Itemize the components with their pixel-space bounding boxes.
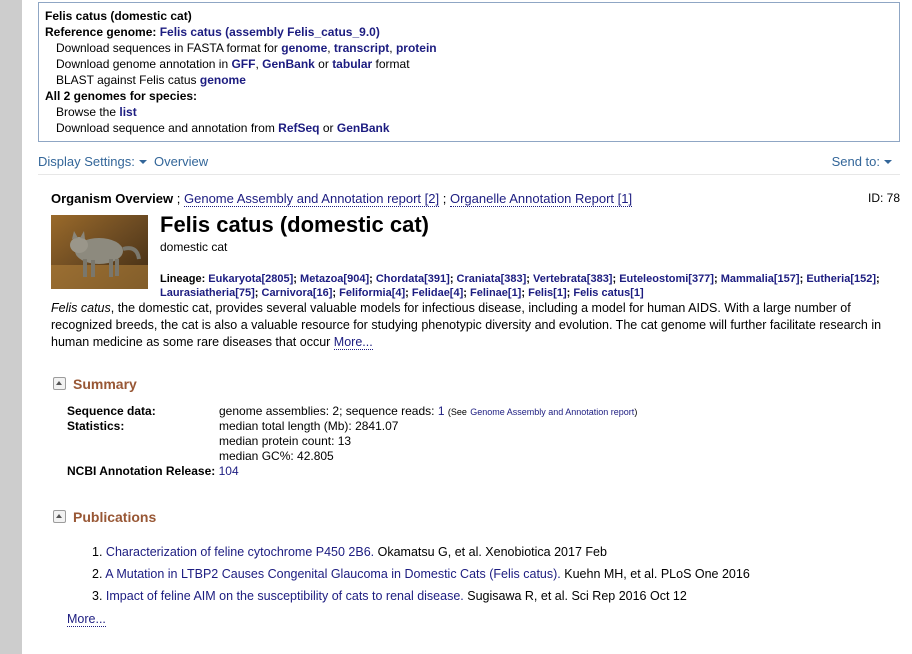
- lineage-link[interactable]: Metazoa[904]: [300, 273, 369, 285]
- lineage: Lineage: Eukaryota[2805]; Metazoa[904]; …: [160, 273, 880, 299]
- download-annotation-text: Download genome annotation in: [56, 57, 229, 71]
- or-text: or: [318, 57, 329, 71]
- lineage-link[interactable]: Laurasiatheria[75]: [160, 287, 255, 299]
- publications-section-header[interactable]: Publications: [53, 509, 156, 525]
- browse-text: Browse the: [56, 105, 117, 119]
- box-heading: Felis catus (domestic cat): [45, 9, 192, 23]
- annotation-release-label: NCBI Annotation Release:: [67, 464, 216, 478]
- assembly-report-small-link[interactable]: Genome Assembly and Annotation report: [470, 407, 634, 417]
- sequence-data-label: Sequence data:: [67, 404, 156, 418]
- browse-list-link[interactable]: list: [119, 105, 136, 119]
- display-settings-dropdown[interactable]: Display Settings:: [38, 154, 147, 169]
- publication-item: 3. Impact of feline AIM on the susceptib…: [92, 589, 687, 603]
- gff-link[interactable]: GFF: [231, 57, 255, 71]
- pub-citation: Okamatsu G, et al. Xenobiotica 2017 Feb: [377, 545, 607, 559]
- pub-number: 1.: [92, 545, 103, 559]
- organism-overview-label: Organism Overview: [51, 191, 174, 206]
- download-transcript-link[interactable]: transcript: [334, 41, 389, 55]
- summary-title: Summary: [73, 376, 137, 392]
- desc-text: , the domestic cat, provides several val…: [51, 301, 882, 349]
- send-to-label: Send to:: [831, 154, 880, 169]
- sequence-reads-link[interactable]: 1: [438, 404, 445, 418]
- separator: ;: [176, 191, 181, 206]
- collapse-toggle-icon[interactable]: [53, 510, 66, 523]
- left-gutter: [0, 0, 22, 654]
- or-text-2: or: [322, 121, 334, 135]
- all-genomes-label: All 2 genomes for species:: [45, 89, 198, 103]
- lineage-link[interactable]: Felinae[1]: [470, 287, 521, 299]
- pub-number: 2.: [92, 567, 103, 581]
- lineage-link[interactable]: Euteleostomi[377]: [619, 273, 714, 285]
- genbank-link[interactable]: GenBank: [337, 121, 390, 135]
- overview-label: Overview: [154, 154, 209, 169]
- tabular-link[interactable]: tabular: [332, 57, 372, 71]
- organism-title: Felis catus (domestic cat): [160, 212, 429, 237]
- lineage-link[interactable]: Craniata[383]: [457, 273, 527, 285]
- blast-text: BLAST against Felis catus: [56, 73, 197, 87]
- publications-more-link[interactable]: More...: [67, 612, 106, 627]
- pub-citation: Sugisawa R, et al. Sci Rep 2016 Oct 12: [467, 589, 687, 603]
- lineage-link[interactable]: Felis[1]: [528, 287, 567, 299]
- annotation-release: NCBI Annotation Release: 104: [67, 464, 239, 478]
- display-settings-label: Display Settings:: [38, 154, 135, 169]
- genbank-format-link[interactable]: GenBank: [262, 57, 315, 71]
- see-close: ): [634, 407, 638, 417]
- pub-title-link[interactable]: Impact of feline AIM on the susceptibili…: [106, 589, 464, 603]
- lineage-link[interactable]: Eukaryota[2805]: [208, 273, 293, 285]
- separator: ;: [442, 191, 447, 206]
- sequence-data-value: genome assemblies: 2; sequence reads: 1 …: [219, 404, 637, 418]
- genome-info-box: Felis catus (domestic cat) Reference gen…: [38, 2, 900, 142]
- see-open: (See: [447, 407, 467, 417]
- sequence-data-text: genome assemblies: 2; sequence reads:: [219, 404, 435, 418]
- organism-photo[interactable]: [51, 215, 148, 289]
- lineage-link[interactable]: Vertebrata[383]: [533, 273, 613, 285]
- lineage-label: Lineage:: [160, 273, 206, 285]
- blast-genome-link[interactable]: genome: [200, 73, 246, 87]
- assembly-report-link[interactable]: Genome Assembly and Annotation report [2…: [184, 191, 440, 207]
- summary-section-header[interactable]: Summary: [53, 376, 137, 392]
- annotation-release-link[interactable]: 104: [219, 464, 239, 478]
- publication-item: 2. A Mutation in LTBP2 Causes Congenital…: [92, 567, 750, 581]
- download-seq-text: Download sequences in FASTA format for: [56, 41, 278, 55]
- download-from-text: Download sequence and annotation from: [56, 121, 275, 135]
- record-id: ID: 78: [867, 191, 900, 205]
- format-text: format: [375, 57, 410, 71]
- lineage-link[interactable]: Carnivora[16]: [262, 287, 333, 299]
- download-protein-link[interactable]: protein: [396, 41, 437, 55]
- ref-genome-label: Reference genome:: [45, 25, 157, 39]
- send-to-dropdown[interactable]: Send to:: [832, 154, 892, 169]
- stat-protein: median protein count: 13: [219, 434, 352, 448]
- lineage-link[interactable]: Felidae[4]: [412, 287, 463, 299]
- organism-description: Felis catus, the domestic cat, provides …: [51, 300, 903, 351]
- publications-title: Publications: [73, 509, 157, 525]
- collapse-toggle-icon[interactable]: [53, 377, 66, 390]
- stat-length: median total length (Mb): 2841.07: [219, 419, 399, 433]
- chevron-down-icon: [884, 160, 892, 164]
- overview-tabs: Organism Overview ; Genome Assembly and …: [51, 191, 633, 207]
- desc-species: Felis catus: [51, 301, 111, 315]
- desc-more-link[interactable]: More...: [333, 335, 373, 350]
- stat-gc: median GC%: 42.805: [219, 449, 334, 463]
- pub-title-link[interactable]: A Mutation in LTBP2 Causes Congenital Gl…: [105, 567, 561, 581]
- pub-citation: Kuehn MH, et al. PLoS One 2016: [564, 567, 750, 581]
- chevron-down-icon: [138, 160, 147, 164]
- pub-number: 3.: [92, 589, 103, 603]
- statistics-label: Statistics:: [67, 419, 125, 433]
- organism-common-name: domestic cat: [160, 240, 228, 254]
- publication-item: 1. Characterization of feline cytochrome…: [92, 545, 607, 559]
- pub-title-link[interactable]: Characterization of feline cytochrome P4…: [106, 545, 374, 559]
- refseq-link[interactable]: RefSeq: [278, 121, 319, 135]
- lineage-link[interactable]: Felis catus[1]: [573, 287, 643, 299]
- organelle-report-link[interactable]: Organelle Annotation Report [1]: [449, 191, 633, 207]
- lineage-link[interactable]: Chordata[391]: [376, 273, 450, 285]
- lineage-link[interactable]: Mammalia[157]: [721, 273, 800, 285]
- lineage-link[interactable]: Eutheria[152]: [806, 273, 876, 285]
- lineage-link[interactable]: Feliformia[4]: [339, 287, 405, 299]
- ref-genome-link[interactable]: Felis catus (assembly Felis_catus_9.0): [160, 25, 380, 39]
- display-settings-bar: Display Settings: Overview Send to:: [38, 152, 900, 175]
- download-genome-link[interactable]: genome: [281, 41, 327, 55]
